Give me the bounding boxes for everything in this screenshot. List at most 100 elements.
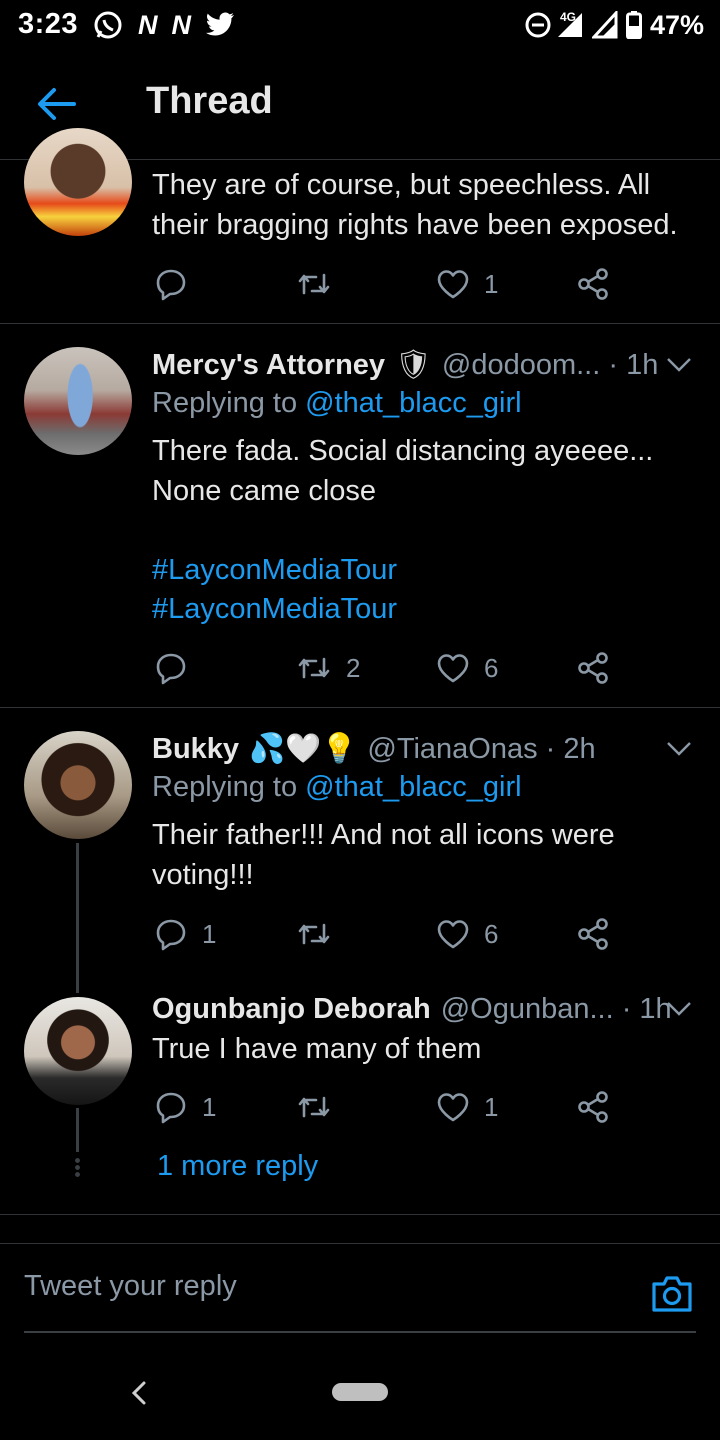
retweet-icon (298, 1096, 330, 1118)
replying-to: Replying to @that_blacc_girl (152, 387, 522, 420)
retweet-icon (298, 657, 330, 679)
author-name[interactable]: Mercy's Attorney (152, 349, 385, 382)
tweet-author-row: Bukky 💦🤍💡 @TianaOnas · 2h (152, 730, 596, 768)
page-title: Thread (146, 80, 273, 122)
reply-icon (156, 269, 186, 301)
author-name[interactable]: Bukky (152, 733, 239, 766)
reply-button[interactable] (154, 264, 202, 304)
avatar[interactable] (24, 347, 132, 455)
retweet-button[interactable] (296, 1087, 346, 1127)
reply-input[interactable]: Tweet your reply (24, 1270, 237, 1303)
more-replies-link[interactable]: 1 more reply (157, 1150, 318, 1183)
like-button[interactable]: 1 (436, 264, 498, 304)
home-pill[interactable] (332, 1383, 388, 1401)
reply-icon (156, 653, 186, 685)
avatar[interactable] (24, 731, 132, 839)
share-button[interactable] (576, 648, 610, 688)
signal-icon-2 (591, 11, 618, 39)
thread-dots (75, 1157, 80, 1179)
shield-emoji-icon: 🛡 (395, 349, 432, 381)
tweet-author-row: Ogunbanjo Deborah @Ogunban... · 1h (152, 990, 672, 1028)
tweet-divider (0, 707, 720, 708)
share-button[interactable] (576, 914, 610, 954)
retweet-button[interactable] (296, 264, 346, 304)
like-count: 6 (484, 652, 499, 683)
heart-icon (437, 1093, 469, 1122)
tweet-actions: 1 6 (152, 914, 632, 954)
author-name[interactable]: Ogunbanjo Deborah (152, 993, 431, 1026)
reply-button[interactable]: 1 (154, 1087, 216, 1127)
share-icon (578, 918, 608, 950)
system-back-icon[interactable] (128, 1380, 150, 1406)
whatsapp-icon (94, 11, 122, 39)
camera-icon[interactable] (650, 1274, 694, 1314)
tweet-text-line: They are of course, but speechless. All (152, 169, 651, 201)
replying-to: Replying to @that_blacc_girl (152, 771, 522, 804)
thread-connector (76, 843, 79, 993)
share-icon (578, 1091, 608, 1123)
retweet-count: 2 (346, 652, 361, 683)
share-icon (578, 652, 608, 684)
reply-button[interactable]: 1 (154, 914, 216, 954)
share-button[interactable] (576, 1087, 610, 1127)
arrow-left-icon[interactable] (34, 84, 78, 124)
battery-icon (625, 11, 642, 39)
share-button[interactable] (576, 264, 610, 304)
tweet-author-row: Mercy's Attorney 🛡 @dodoom... · 1h (152, 346, 658, 384)
like-count: 1 (484, 1091, 499, 1122)
tweet-text-line: voting!!! (152, 858, 254, 891)
twitter-bird-icon (206, 12, 234, 36)
status-system: 4G 47% (524, 8, 704, 42)
retweet-button[interactable] (296, 914, 346, 954)
share-icon (578, 268, 608, 300)
replying-to-label: Replying to (152, 387, 306, 419)
author-handle: @Ogunban... · 1h (440, 992, 672, 1025)
heart-icon (437, 270, 469, 299)
reply-composer (0, 1243, 720, 1373)
status-bar: 3:23 N N 4G 47% (0, 0, 720, 50)
retweet-icon (298, 273, 330, 295)
tweet-text-line: None came close (152, 474, 377, 507)
chevron-down-icon[interactable] (666, 356, 692, 374)
tweet-actions: 1 1 (152, 1087, 632, 1127)
tweet-text-line: Their father!!! And not all icons were (152, 819, 615, 851)
status-time: 3:23 (18, 8, 79, 40)
status-notifications: N N (92, 8, 235, 42)
avatar[interactable] (24, 128, 132, 236)
like-count: 1 (484, 268, 499, 299)
replying-to-link[interactable]: @that_blacc_girl (305, 387, 521, 419)
tweet-text-line: their bragging rights have been exposed. (152, 208, 678, 241)
news-app-icon-2: N (171, 9, 192, 40)
battery-percent: 47% (649, 9, 704, 40)
tweet-divider (0, 323, 720, 324)
like-button[interactable]: 6 (436, 914, 498, 954)
replying-to-link[interactable]: @that_blacc_girl (305, 771, 521, 803)
hashtag-link[interactable]: #LayconMediaTour (152, 551, 700, 591)
emoji-badges: 💦🤍💡 (249, 733, 358, 765)
retweet-button[interactable]: 2 (296, 648, 360, 688)
hashtag-link[interactable]: #LayconMediaTour (152, 590, 700, 630)
reply-count: 1 (202, 918, 217, 949)
chevron-down-icon[interactable] (666, 1000, 692, 1018)
tweet-body: True I have many of them (152, 1030, 700, 1070)
retweet-icon (298, 923, 330, 945)
reply-button[interactable] (154, 648, 202, 688)
signal-icon (557, 13, 582, 37)
avatar[interactable] (24, 997, 132, 1105)
tweet-text-line: True I have many of them (152, 1033, 482, 1065)
tweet-divider (0, 1214, 720, 1215)
tweet-actions: 2 6 (152, 648, 632, 688)
news-app-icon: N (138, 9, 158, 40)
author-handle: @dodoom... · 1h (441, 348, 659, 381)
reply-icon (156, 1092, 186, 1124)
tweet-text-line: There fada. Social distancing ayeeee... (152, 435, 654, 467)
tweet-body: They are of course, but speechless. All … (152, 166, 700, 245)
reply-input-underline (24, 1331, 696, 1333)
like-button[interactable]: 1 (436, 1087, 498, 1127)
chevron-down-icon[interactable] (666, 740, 692, 758)
tweet-body: There fada. Social distancing ayeeee... … (152, 432, 700, 630)
tweet-actions: 1 (152, 264, 632, 304)
replying-to-label: Replying to (152, 771, 306, 803)
heart-icon (437, 654, 469, 683)
like-button[interactable]: 6 (436, 648, 498, 688)
